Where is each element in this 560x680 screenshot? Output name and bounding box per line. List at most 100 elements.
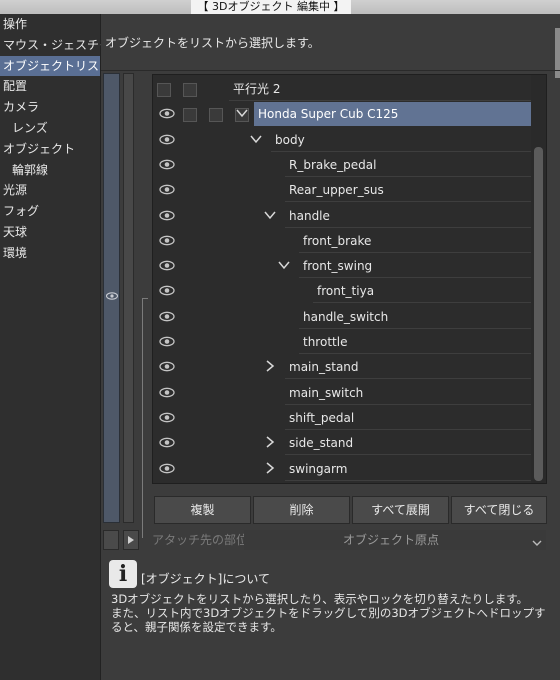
tree-row[interactable]: handle_switch xyxy=(153,305,533,330)
sidebar-item[interactable]: オブジェクトリスト xyxy=(0,55,111,77)
duplicate-button[interactable]: 複製 xyxy=(154,496,251,524)
sidebar-item[interactable]: 配置 xyxy=(0,76,100,97)
window-title: 【 3Dオブジェクト 編集中 】 xyxy=(191,0,351,14)
sidebar-item[interactable]: オブジェクト xyxy=(0,139,100,160)
tree-row-label: front_brake xyxy=(299,229,531,253)
object-origin-dropdown[interactable]: オブジェクト原点 xyxy=(244,530,546,550)
chevron-down-icon[interactable] xyxy=(249,132,263,146)
tree-row[interactable]: front_brake xyxy=(153,229,533,254)
row-checkbox[interactable] xyxy=(183,108,197,123)
tree-row-label: front_tiya xyxy=(313,279,531,304)
tree-row[interactable]: shift_pedal xyxy=(153,406,533,431)
tree-row[interactable]: swingarm xyxy=(153,457,533,482)
attach-part-label: アタッチ先の部位 xyxy=(152,533,249,547)
hierarchy-bracket xyxy=(142,298,149,538)
eye-icon[interactable] xyxy=(159,285,177,297)
tree-row[interactable]: front_swing xyxy=(153,254,533,279)
eye-icon xyxy=(105,292,119,303)
divider xyxy=(101,70,560,71)
chevron-down-icon[interactable] xyxy=(277,258,291,272)
eye-icon[interactable] xyxy=(159,108,177,120)
tree-row-label: throttle xyxy=(299,330,531,354)
tree-row-label: shift_pedal xyxy=(285,406,531,430)
title-bar: 【 3Dオブジェクト 編集中 】 xyxy=(0,0,560,14)
tree-row-label: front_swing xyxy=(299,254,531,279)
delete-button[interactable]: 削除 xyxy=(253,496,350,524)
eye-icon[interactable] xyxy=(159,134,177,146)
tree-row-label: main_stand xyxy=(285,355,531,380)
tree-row-label: side_stand xyxy=(285,431,531,456)
object-origin-value: オブジェクト原点 xyxy=(343,533,440,547)
sidebar-item[interactable]: カメラ xyxy=(0,97,100,118)
eye-icon[interactable] xyxy=(159,311,177,323)
eye-icon[interactable] xyxy=(159,387,177,399)
chevron-right-icon[interactable] xyxy=(263,435,277,449)
chevron-right-icon[interactable] xyxy=(263,359,277,373)
sidebar-item[interactable]: マウス・ジェスチャー xyxy=(0,35,123,56)
chevron-down-icon xyxy=(532,534,542,554)
tree-row-label: R_brake_pedal xyxy=(285,153,531,177)
info-icon: i xyxy=(109,560,137,588)
eye-icon[interactable] xyxy=(159,184,177,196)
eye-icon[interactable] xyxy=(159,412,177,424)
sidebar-item[interactable]: フォグ xyxy=(0,201,100,222)
sidebar-item[interactable]: 操作 xyxy=(0,14,100,35)
visibility-column[interactable] xyxy=(103,73,120,523)
tree-row-label: handle_switch xyxy=(299,305,531,329)
tree-row[interactable]: main_stand xyxy=(153,355,533,380)
chevron-right-icon[interactable] xyxy=(263,461,277,475)
panel-hint: オブジェクトをリストから選択します。 xyxy=(105,36,320,50)
eye-icon[interactable] xyxy=(159,336,177,348)
row-checkbox[interactable] xyxy=(183,83,197,97)
tree-row-label: swingarm xyxy=(285,457,531,481)
tree-row[interactable]: main_switch xyxy=(153,381,533,406)
tree-row[interactable]: R_brake_pedal xyxy=(153,153,533,178)
play-icon xyxy=(128,536,134,544)
eye-icon[interactable] xyxy=(159,361,177,373)
tree-row[interactable]: Honda Super Cub C125 xyxy=(153,102,533,127)
eye-icon[interactable] xyxy=(159,463,177,475)
vertical-scrollbar[interactable] xyxy=(531,75,546,483)
sidebar-item[interactable]: 輪郭線 xyxy=(0,160,100,181)
sidebar-item[interactable]: 環境 xyxy=(0,243,100,264)
info-title: [オブジェクト]について xyxy=(141,572,271,586)
eye-icon[interactable] xyxy=(159,159,177,171)
tree-row[interactable]: side_stand xyxy=(153,431,533,456)
object-tree-list[interactable]: 平行光 2 Honda Super Cub C125 body R_brake_ped… xyxy=(152,74,547,484)
tree-row-label: main_switch xyxy=(285,381,531,405)
row-checkbox[interactable] xyxy=(209,108,223,123)
eye-icon[interactable] xyxy=(159,210,177,222)
tree-row[interactable]: body xyxy=(153,128,533,153)
info-line-1: 3Dオブジェクトをリストから選択したり、表示やロックを切り替えたりします。 xyxy=(111,592,529,606)
hierarchy-bracket-tick xyxy=(142,298,148,299)
expand-all-button[interactable]: すべて展開 xyxy=(352,496,449,524)
sidebar-item[interactable]: レンズ xyxy=(0,118,100,139)
tree-row[interactable]: 平行光 2 xyxy=(153,77,533,102)
collapse-all-button[interactable]: すべて閉じる xyxy=(451,496,547,524)
tree-row-label: Rear_upper_sus xyxy=(285,178,531,203)
eye-icon[interactable] xyxy=(159,437,177,449)
tree-row-label: body xyxy=(271,128,531,152)
info-section: i [オブジェクト]について 3Dオブジェクトをリストから選択したり、表示やロッ… xyxy=(103,556,560,680)
tree-row[interactable]: handle xyxy=(153,204,533,229)
row-checkbox[interactable] xyxy=(157,83,171,97)
tree-row-label: 平行光 2 xyxy=(229,77,531,101)
tree-row-label: Honda Super Cub C125 xyxy=(254,102,531,127)
sidebar-item[interactable]: 光源 xyxy=(0,180,100,201)
lock-column[interactable] xyxy=(123,73,134,523)
scrollbar-thumb[interactable] xyxy=(534,147,543,481)
eye-icon[interactable] xyxy=(159,260,177,272)
info-description: 3Dオブジェクトをリストから選択したり、表示やロックを切り替えたりします。 また… xyxy=(111,592,556,634)
chevron-down-icon[interactable] xyxy=(263,208,277,222)
tree-row[interactable]: front_tiya xyxy=(153,279,533,304)
play-button[interactable] xyxy=(123,530,139,550)
info-line-2: また、リスト内で3Dオブジェクトをドラッグして別の3Dオブジェクトへドロップする… xyxy=(111,606,546,634)
sidebar-item[interactable]: 天球 xyxy=(0,222,100,243)
eye-icon[interactable] xyxy=(159,235,177,247)
chevron-down-icon[interactable] xyxy=(235,106,249,120)
settings-sidebar: 操作 マウス・ジェスチャー オブジェクトリスト 配置 カメラ レンズ オブジェクト 輪郭線 光源… xyxy=(0,14,123,680)
tree-row[interactable]: throttle xyxy=(153,330,533,355)
tree-row-label: handle xyxy=(285,204,531,228)
toggle-button[interactable] xyxy=(103,530,119,550)
tree-row[interactable]: Rear_upper_sus xyxy=(153,178,533,203)
